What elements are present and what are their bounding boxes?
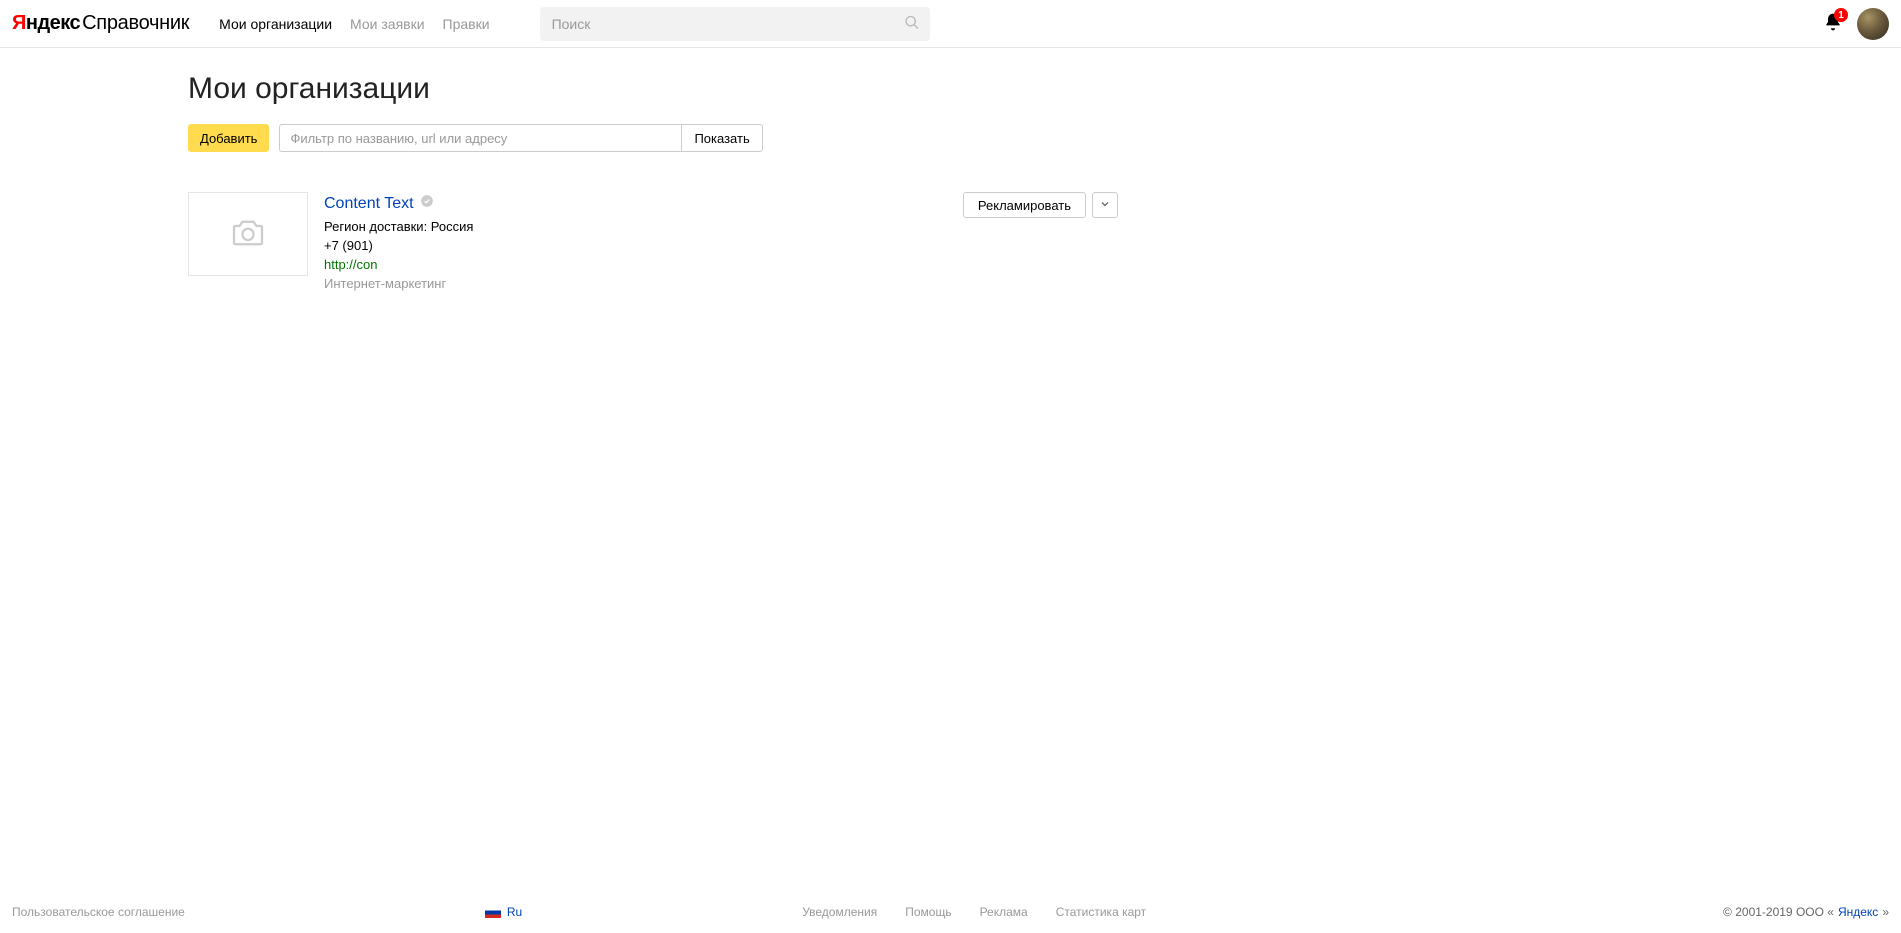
footer: Пользовательское соглашение Ru Уведомлен… xyxy=(0,891,1901,933)
footer-copyright: © 2001-2019 ООО « Яндекс » xyxy=(1723,905,1889,919)
nav: Мои организации Мои заявки Правки xyxy=(219,16,489,32)
logo[interactable]: Яндекс Справочник xyxy=(12,12,189,35)
org-actions: Рекламировать xyxy=(963,192,1118,218)
main: Мои организации Добавить Показать Conten xyxy=(0,48,1901,891)
verified-icon xyxy=(420,194,434,214)
footer-notifications-link[interactable]: Уведомления xyxy=(802,905,877,919)
camera-icon xyxy=(231,219,265,250)
nav-my-organizations[interactable]: Мои организации xyxy=(219,16,332,32)
search-input[interactable] xyxy=(540,7,930,41)
header-right: 1 xyxy=(1823,8,1889,40)
search-icon[interactable] xyxy=(904,14,920,33)
org-category: Интернет-маркетинг xyxy=(324,275,947,294)
filter-input[interactable] xyxy=(279,124,681,152)
org-region: Регион доставки: Россия xyxy=(324,218,947,237)
flag-ru-icon xyxy=(485,907,501,918)
copyright-prefix: © 2001-2019 ООО « xyxy=(1723,905,1834,919)
language-label: Ru xyxy=(507,905,522,919)
copyright-yandex-link[interactable]: Яндекс xyxy=(1838,905,1878,919)
filter-group: Показать xyxy=(279,124,762,152)
org-phone: +7 (901) xyxy=(324,237,947,256)
toolbar: Добавить Показать xyxy=(188,124,1118,152)
footer-links: Уведомления Помощь Реклама Статистика ка… xyxy=(802,905,1146,919)
notifications-badge: 1 xyxy=(1834,8,1848,22)
advertise-button[interactable]: Рекламировать xyxy=(963,192,1086,218)
add-button[interactable]: Добавить xyxy=(188,124,269,152)
page-title: Мои организации xyxy=(188,72,1118,106)
logo-service: Справочник xyxy=(82,12,189,35)
logo-yandex-red: Я xyxy=(12,12,26,35)
footer-help-link[interactable]: Помощь xyxy=(905,905,951,919)
search-wrap xyxy=(540,7,930,41)
organization-card: Content Text Регион доставки: Россия +7 … xyxy=(188,192,1118,294)
copyright-suffix: » xyxy=(1882,905,1889,919)
footer-mapstats-link[interactable]: Статистика карт xyxy=(1056,905,1146,919)
header: Яндекс Справочник Мои организации Мои за… xyxy=(0,0,1901,48)
nav-edits[interactable]: Правки xyxy=(443,16,490,32)
org-url-link[interactable]: http://con xyxy=(324,257,377,272)
footer-advert-link[interactable]: Реклама xyxy=(980,905,1028,919)
show-button[interactable]: Показать xyxy=(681,124,762,152)
logo-yandex-black: ндекс xyxy=(26,12,80,35)
language-switcher[interactable]: Ru xyxy=(485,905,522,919)
org-info: Content Text Регион доставки: Россия +7 … xyxy=(324,192,947,294)
chevron-down-icon xyxy=(1099,198,1111,213)
nav-my-requests[interactable]: Мои заявки xyxy=(350,16,424,32)
bell-icon xyxy=(1823,20,1843,35)
footer-terms-link[interactable]: Пользовательское соглашение xyxy=(12,905,185,919)
notifications-button[interactable]: 1 xyxy=(1823,12,1843,35)
org-thumbnail[interactable] xyxy=(188,192,308,276)
org-title-link[interactable]: Content Text xyxy=(324,192,414,215)
advertise-dropdown-button[interactable] xyxy=(1092,192,1118,218)
avatar[interactable] xyxy=(1857,8,1889,40)
